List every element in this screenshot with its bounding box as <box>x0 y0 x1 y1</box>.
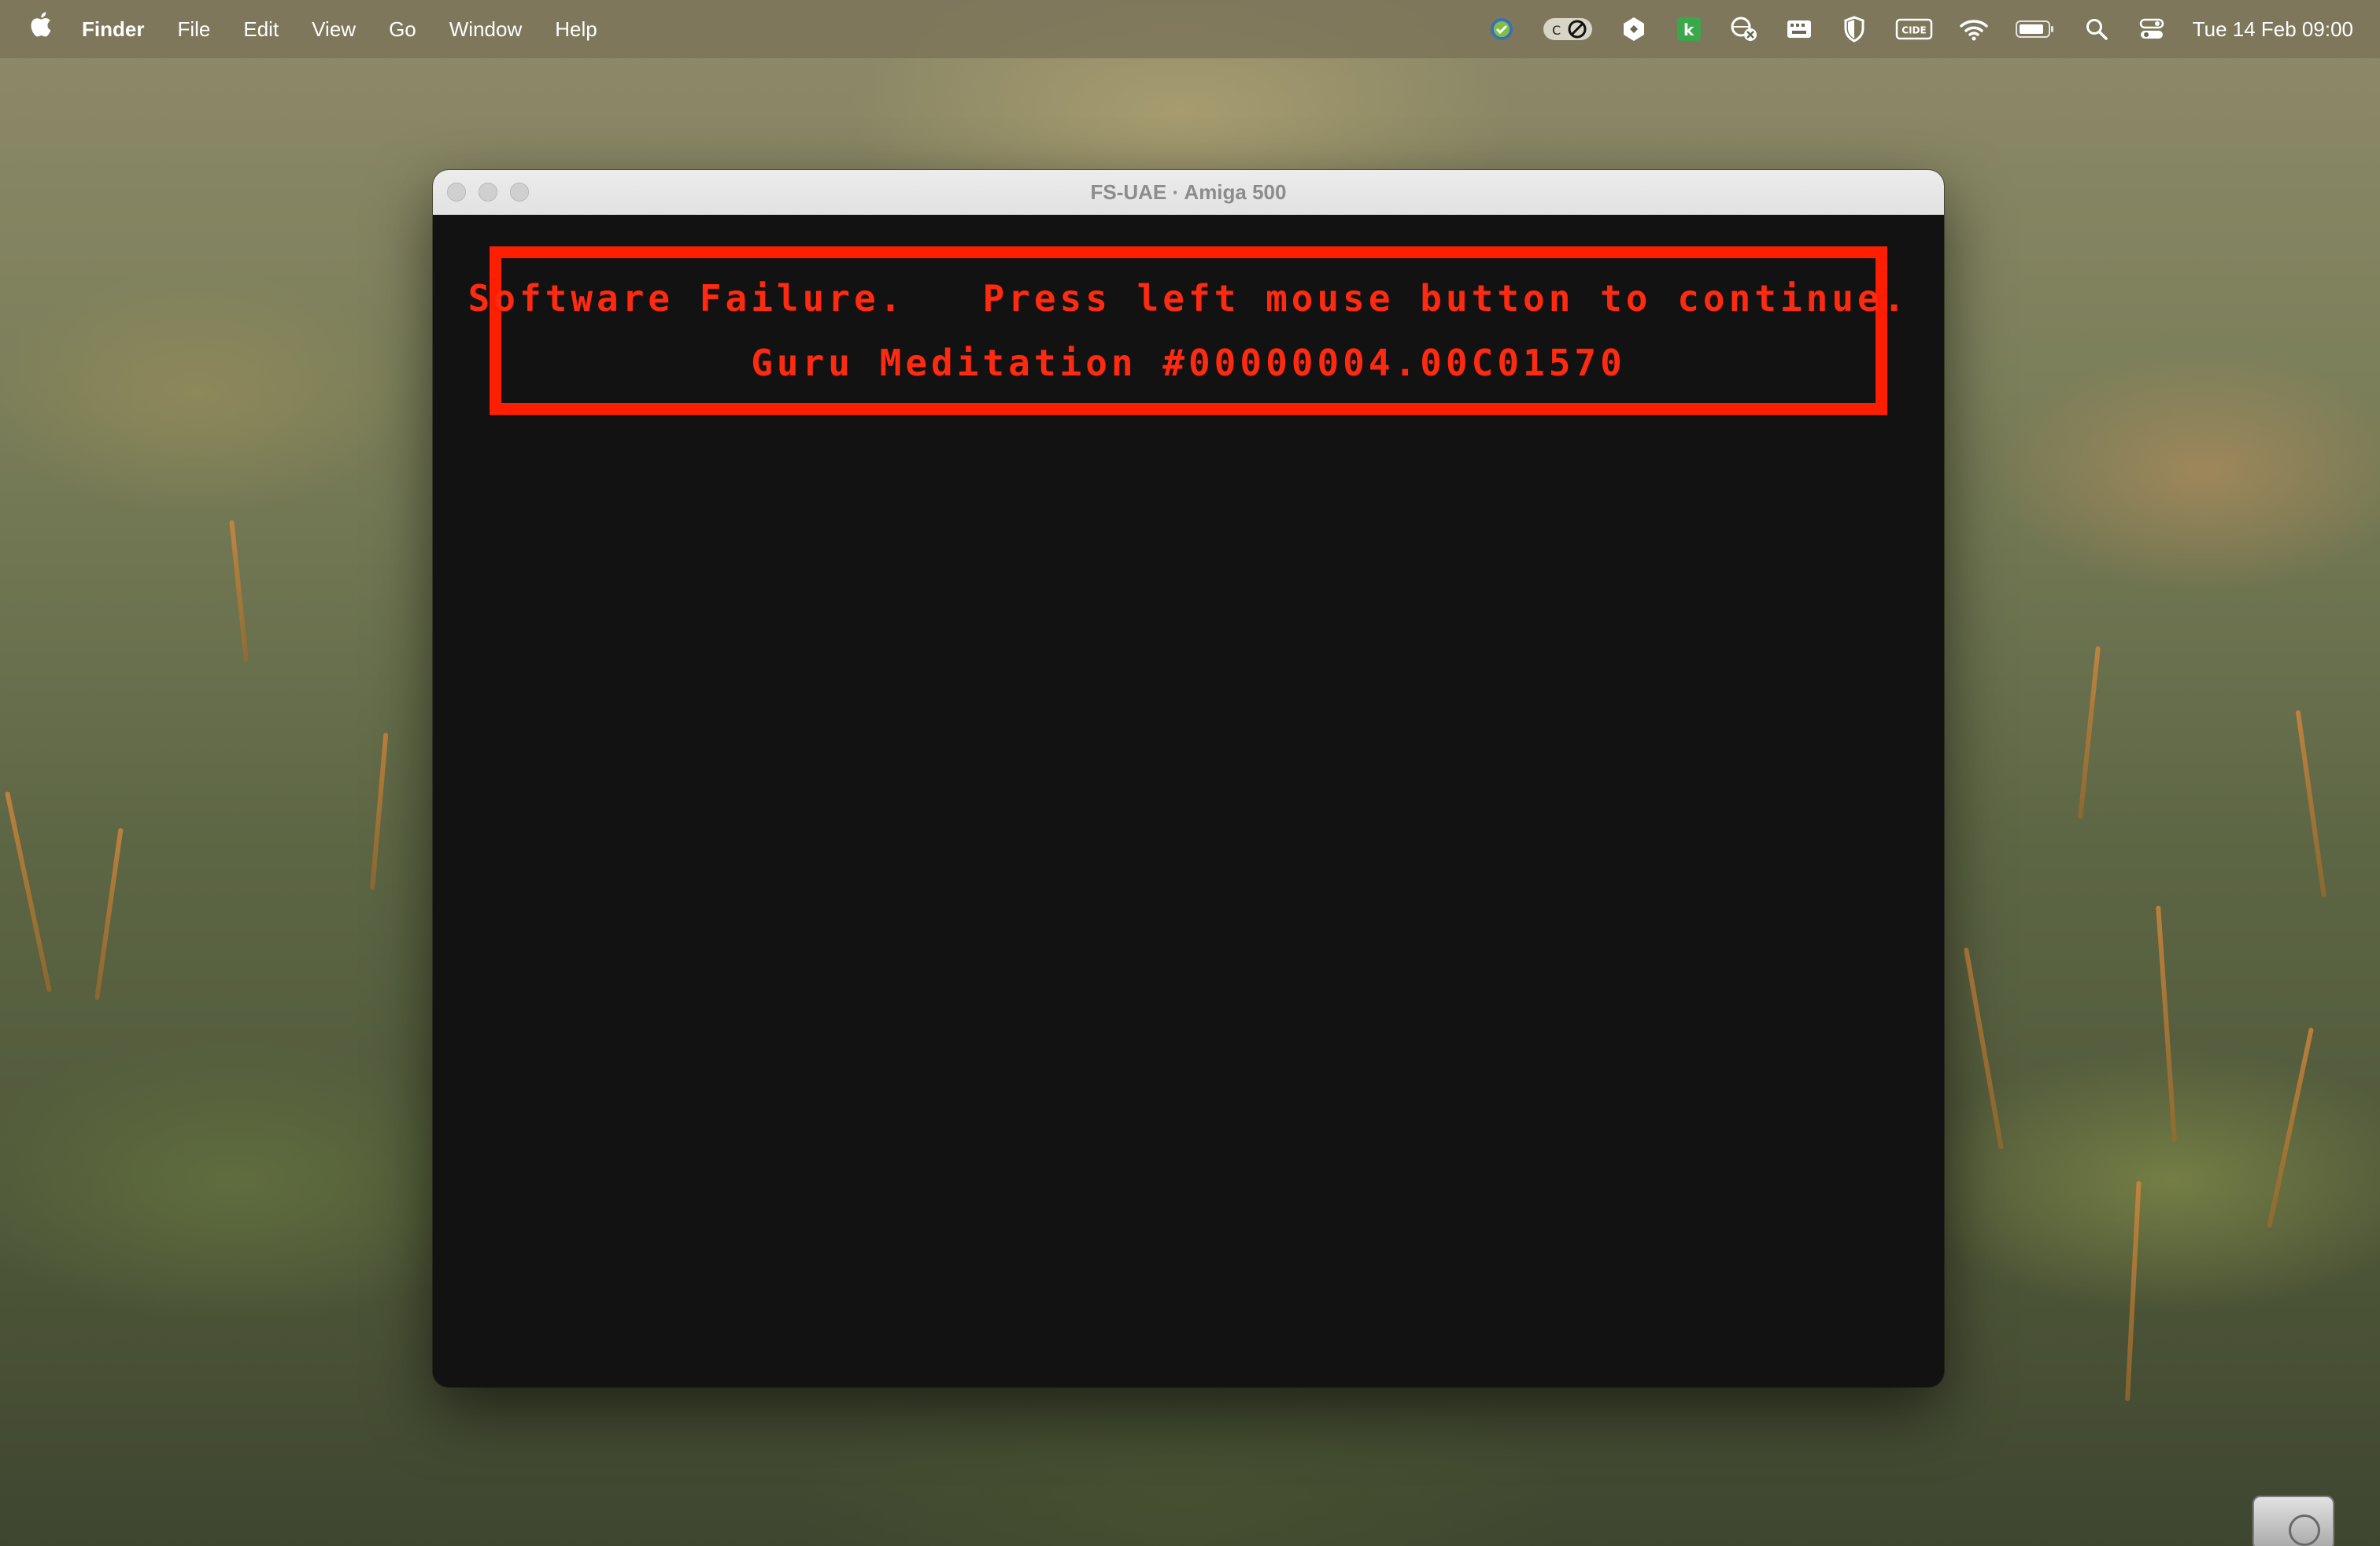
control-center-icon[interactable] <box>2138 15 2166 43</box>
wallpaper-grass <box>5 791 52 993</box>
cide-icon[interactable]: CIDE <box>1895 15 1933 43</box>
network-toggle-icon[interactable] <box>1730 15 1758 43</box>
menu-go[interactable]: Go <box>389 0 416 58</box>
wallpaper-grass <box>229 520 249 662</box>
menu-window[interactable]: Window <box>449 0 522 58</box>
minimize-button[interactable] <box>479 183 497 202</box>
menu-bar: Finder File Edit View Go Window Help C k <box>0 0 2380 58</box>
window-titlebar[interactable]: FS-UAE · Amiga 500 <box>433 170 1944 215</box>
menu-clock[interactable]: Tue 14 Feb 09:00 <box>2193 17 2353 42</box>
hard-drive-icon[interactable] <box>2252 1496 2334 1546</box>
guru-error-code: Guru Meditation #00000004.00C01570 <box>751 342 1626 384</box>
apple-icon[interactable] <box>28 0 52 58</box>
menu-view[interactable]: View <box>312 0 356 58</box>
menu-edit[interactable]: Edit <box>243 0 279 58</box>
shield-icon[interactable] <box>1840 15 1868 43</box>
emulator-window: FS-UAE · Amiga 500 Software Failure. Pre… <box>433 170 1944 1387</box>
desktop: Finder File Edit View Go Window Help C k <box>0 0 2380 1546</box>
keyboard-icon[interactable] <box>1785 15 1813 43</box>
svg-text:k: k <box>1683 20 1694 39</box>
wallpaper-grass <box>2125 1181 2142 1402</box>
battery-icon[interactable] <box>2015 15 2056 43</box>
menu-help[interactable]: Help <box>555 0 597 58</box>
wallpaper-grass <box>370 732 389 890</box>
wallpaper-grass <box>2267 1027 2314 1229</box>
wallpaper-grass <box>2156 905 2177 1142</box>
cide-label: CIDE <box>1901 25 1926 36</box>
security-check-icon[interactable] <box>1488 15 1516 43</box>
close-button[interactable] <box>447 183 466 202</box>
dev-tool-icon[interactable] <box>1620 15 1648 43</box>
window-controls <box>447 183 529 202</box>
zoom-button[interactable] <box>510 183 529 202</box>
wallpaper-grass <box>2078 645 2101 819</box>
k-app-icon[interactable]: k <box>1675 15 1703 43</box>
wallpaper-grass <box>1963 947 2004 1150</box>
wifi-icon[interactable] <box>1959 15 1988 43</box>
wallpaper-grass <box>94 827 124 1000</box>
spotlight-search-icon[interactable] <box>2082 15 2111 43</box>
menu-app-finder[interactable]: Finder <box>82 0 144 58</box>
window-title: FS-UAE · Amiga 500 <box>1090 179 1287 204</box>
guru-meditation-box[interactable]: Software Failure. Press left mouse butto… <box>468 246 1905 415</box>
emulator-screen[interactable]: Software Failure. Press left mouse butto… <box>433 215 1944 1387</box>
caffeine-blocker-icon[interactable]: C <box>1543 15 1593 43</box>
wallpaper-grass <box>2295 709 2326 898</box>
svg-text:C: C <box>1552 23 1561 38</box>
menu-file[interactable]: File <box>177 0 210 58</box>
apple-logo <box>31 12 51 37</box>
guru-error-message: Software Failure. Press left mouse butto… <box>468 277 1909 320</box>
